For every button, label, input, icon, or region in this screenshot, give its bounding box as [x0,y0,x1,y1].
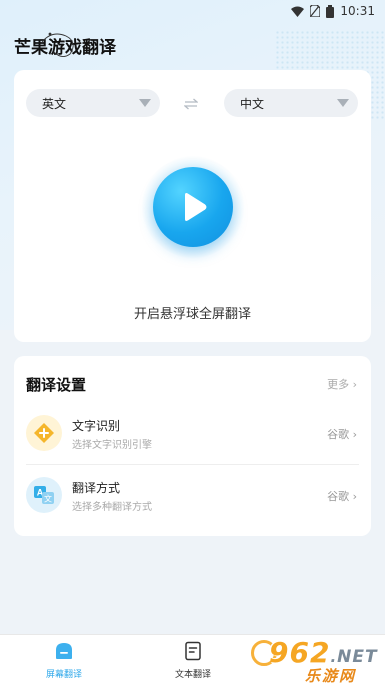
start-float-ball-button[interactable] [153,167,233,247]
tab-screen-translate[interactable]: 屏幕翻译 [29,641,99,685]
float-ball-caption: 开启悬浮球全屏翻译 [133,307,251,322]
watermark-subtitle: 乐游网 [305,667,357,685]
swap-languages-icon[interactable] [183,95,199,114]
settings-more-link[interactable]: 更多 › [327,376,357,392]
source-language-label: 英文 [42,96,67,111]
battery-icon [326,4,335,18]
wifi-icon [291,6,305,17]
translate-card: 英文 中文 开启悬浮球全屏翻译 [14,70,371,342]
screen-translate-icon [56,643,72,659]
target-language-label: 中文 [240,96,265,111]
tab-text-translate[interactable]: 文本翻译 [158,641,228,685]
play-icon [185,193,207,221]
dropdown-arrow-icon [139,99,151,107]
text-translate-icon [185,641,201,661]
translate-mode-icon: A 文 [26,477,62,513]
setting-row-ocr[interactable]: 文字识别 选择文字识别引擎 谷歌 › [26,411,359,463]
setting-row-title: 文字识别 [72,419,121,433]
setting-row-translate-mode[interactable]: A 文 翻译方式 选择多种翻译方式 谷歌 › [26,473,359,525]
divider [26,464,359,465]
status-bar: 10:31 [0,0,385,22]
ocr-engine-icon [26,415,62,451]
setting-row-subtitle: 选择文字识别引擎 [72,440,152,451]
setting-row-subtitle: 选择多种翻译方式 [72,502,152,513]
setting-row-value: 谷歌 › [327,428,357,441]
setting-row-value: 谷歌 › [327,490,357,503]
settings-title: 翻译设置 [26,376,87,394]
dropdown-arrow-icon [337,99,349,107]
target-language-select[interactable]: 中文 [224,89,358,117]
no-sim-icon [310,5,321,17]
tab-label: 屏幕翻译 [45,670,82,680]
svg-text:文: 文 [44,494,52,504]
translation-settings-card: 翻译设置 更多 › 文字识别 选择文字识别引擎 谷歌 › A 文 翻译方式 选择… [14,356,371,536]
tab-label: 文本翻译 [174,670,211,680]
title-swirl-icon [41,32,74,57]
status-time: 10:31 [340,4,375,18]
setting-row-title: 翻译方式 [72,481,121,495]
watermark-logo: 962.NET 乐游网 [251,636,379,685]
source-language-select[interactable]: 英文 [26,89,160,117]
